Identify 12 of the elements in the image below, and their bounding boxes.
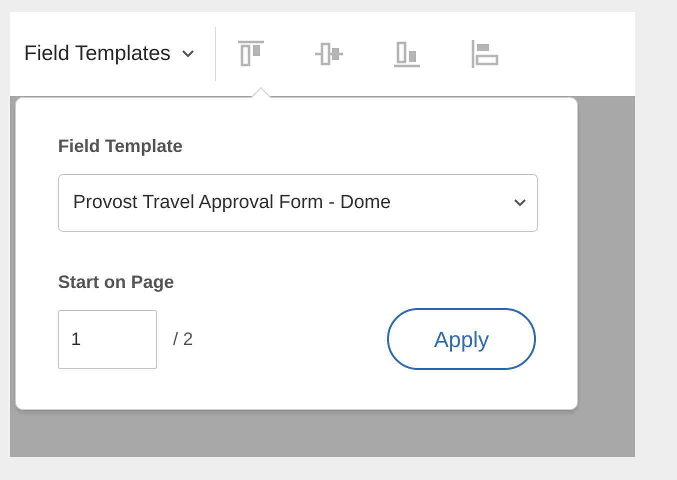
align-left-icon[interactable] — [470, 39, 500, 69]
field-templates-menu[interactable]: Field Templates — [24, 38, 195, 70]
apply-button[interactable]: Apply — [387, 308, 536, 370]
chevron-down-icon — [513, 198, 527, 208]
chevron-down-icon — [180, 49, 195, 59]
page-total: / 2 — [173, 328, 194, 350]
template-dropdown[interactable]: Provost Travel Approval Form - Dome — [58, 174, 538, 232]
page-input[interactable]: 1 — [58, 310, 157, 368]
start-page-label: Start on Page — [58, 271, 176, 294]
align-bottom-icon[interactable] — [392, 39, 422, 69]
align-top-icon[interactable] — [236, 39, 266, 69]
field-template-label: Field Template — [58, 135, 184, 158]
